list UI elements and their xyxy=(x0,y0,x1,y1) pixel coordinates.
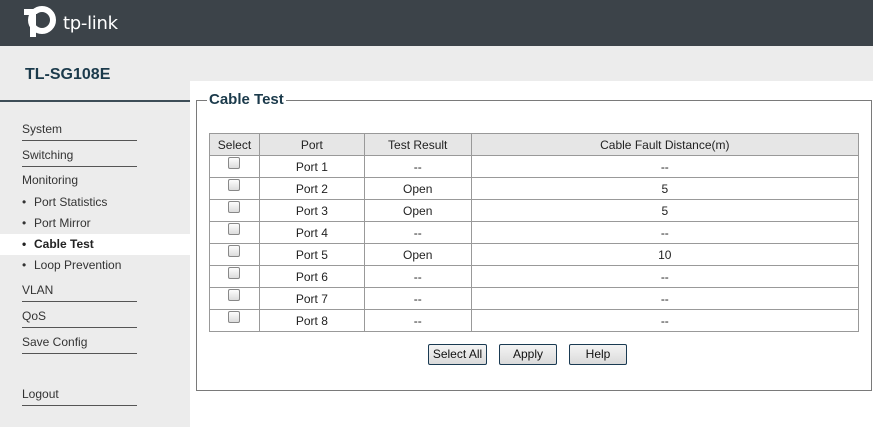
table-row: Port 8 -- -- xyxy=(209,309,860,332)
sidebar-item-label: Port Mirror xyxy=(34,216,91,230)
distance-cell: 5 xyxy=(470,199,860,222)
distance-cell: 10 xyxy=(470,243,860,266)
distance-cell: 5 xyxy=(470,177,860,200)
table-row: Port 6 -- -- xyxy=(209,265,860,288)
table-row: Port 2 Open 5 xyxy=(209,177,860,200)
distance-cell: -- xyxy=(470,221,860,244)
table-row: Port 5 Open 10 xyxy=(209,243,860,266)
logo-text: tp-link xyxy=(63,12,118,34)
select-cell xyxy=(209,265,260,288)
bullet-icon: • xyxy=(22,195,27,209)
select-cell xyxy=(209,287,260,310)
port-8-checkbox[interactable] xyxy=(228,310,241,323)
port-5-checkbox[interactable] xyxy=(228,244,241,257)
sidebar-item-cable-test[interactable]: • Cable Test xyxy=(0,234,190,255)
sidebar-item-port-mirror[interactable]: • Port Mirror xyxy=(0,213,190,234)
sidebar-item-vlan[interactable]: VLAN xyxy=(22,278,137,302)
cable-test-table: Select Port Test Result Cable Fault Dist… xyxy=(209,133,860,332)
column-header-select: Select xyxy=(209,133,260,156)
select-all-button[interactable]: Select All xyxy=(428,344,487,365)
port-cell: Port 1 xyxy=(258,155,365,178)
table-header-row: Select Port Test Result Cable Fault Dist… xyxy=(209,133,860,156)
port-4-checkbox[interactable] xyxy=(228,222,241,235)
model-name: TL-SG108E xyxy=(25,66,111,83)
result-cell: -- xyxy=(363,155,472,178)
sidebar-item-qos[interactable]: QoS xyxy=(22,304,137,328)
port-cell: Port 5 xyxy=(258,243,365,266)
result-cell: Open xyxy=(363,199,472,222)
port-2-checkbox[interactable] xyxy=(228,178,241,191)
model-area: TL-SG108E xyxy=(0,46,190,102)
port-cell: Port 7 xyxy=(258,287,365,310)
port-1-checkbox[interactable] xyxy=(228,156,241,169)
sidebar-item-label: Cable Test xyxy=(34,237,94,251)
help-button[interactable]: Help xyxy=(569,344,627,365)
bullet-icon: • xyxy=(22,237,27,251)
select-cell xyxy=(209,155,260,178)
brand-logo: tp-link xyxy=(22,5,118,41)
sidebar-item-port-statistics[interactable]: • Port Statistics xyxy=(0,192,190,213)
result-cell: -- xyxy=(363,309,472,332)
result-cell: Open xyxy=(363,177,472,200)
page-title: Cable Test xyxy=(207,91,286,108)
sidebar-item-save-config[interactable]: Save Config xyxy=(22,330,137,354)
select-cell xyxy=(209,177,260,200)
port-7-checkbox[interactable] xyxy=(228,288,241,301)
port-cell: Port 6 xyxy=(258,265,365,288)
top-header: tp-link xyxy=(0,0,873,46)
port-3-checkbox[interactable] xyxy=(228,200,241,213)
distance-cell: -- xyxy=(470,155,860,178)
select-cell xyxy=(209,309,260,332)
port-6-checkbox[interactable] xyxy=(228,266,241,279)
select-cell xyxy=(209,243,260,266)
select-cell xyxy=(209,221,260,244)
sidebar-item-logout[interactable]: Logout xyxy=(22,382,137,406)
sidebar: System Switching Monitoring • Port Statis… xyxy=(0,102,190,427)
column-header-test-result: Test Result xyxy=(363,133,472,156)
distance-cell: -- xyxy=(470,287,860,310)
select-cell xyxy=(209,199,260,222)
port-cell: Port 3 xyxy=(258,199,365,222)
apply-button[interactable]: Apply xyxy=(499,344,557,365)
sidebar-item-label: Port Statistics xyxy=(34,195,108,209)
result-cell: -- xyxy=(363,221,472,244)
sidebar-item-switching[interactable]: Switching xyxy=(22,143,137,167)
port-cell: Port 8 xyxy=(258,309,365,332)
sidebar-item-monitoring[interactable]: Monitoring xyxy=(22,170,78,190)
distance-cell: -- xyxy=(470,309,860,332)
bullet-icon: • xyxy=(22,216,27,230)
result-cell: Open xyxy=(363,243,472,266)
sidebar-item-loop-prevention[interactable]: • Loop Prevention xyxy=(0,255,190,276)
result-cell: -- xyxy=(363,265,472,288)
result-cell: -- xyxy=(363,287,472,310)
table-row: Port 1 -- -- xyxy=(209,155,860,178)
column-header-port: Port xyxy=(258,133,365,156)
port-cell: Port 2 xyxy=(258,177,365,200)
distance-cell: -- xyxy=(470,265,860,288)
port-cell: Port 4 xyxy=(258,221,365,244)
sidebar-item-label: Loop Prevention xyxy=(34,258,122,272)
table-row: Port 3 Open 5 xyxy=(209,199,860,222)
table-row: Port 7 -- -- xyxy=(209,287,860,310)
tp-link-logo-icon xyxy=(24,6,56,37)
table-row: Port 4 -- -- xyxy=(209,221,860,244)
sidebar-item-system[interactable]: System xyxy=(22,117,137,141)
bullet-icon: • xyxy=(22,258,27,272)
column-header-fault-distance: Cable Fault Distance(m) xyxy=(470,133,860,156)
